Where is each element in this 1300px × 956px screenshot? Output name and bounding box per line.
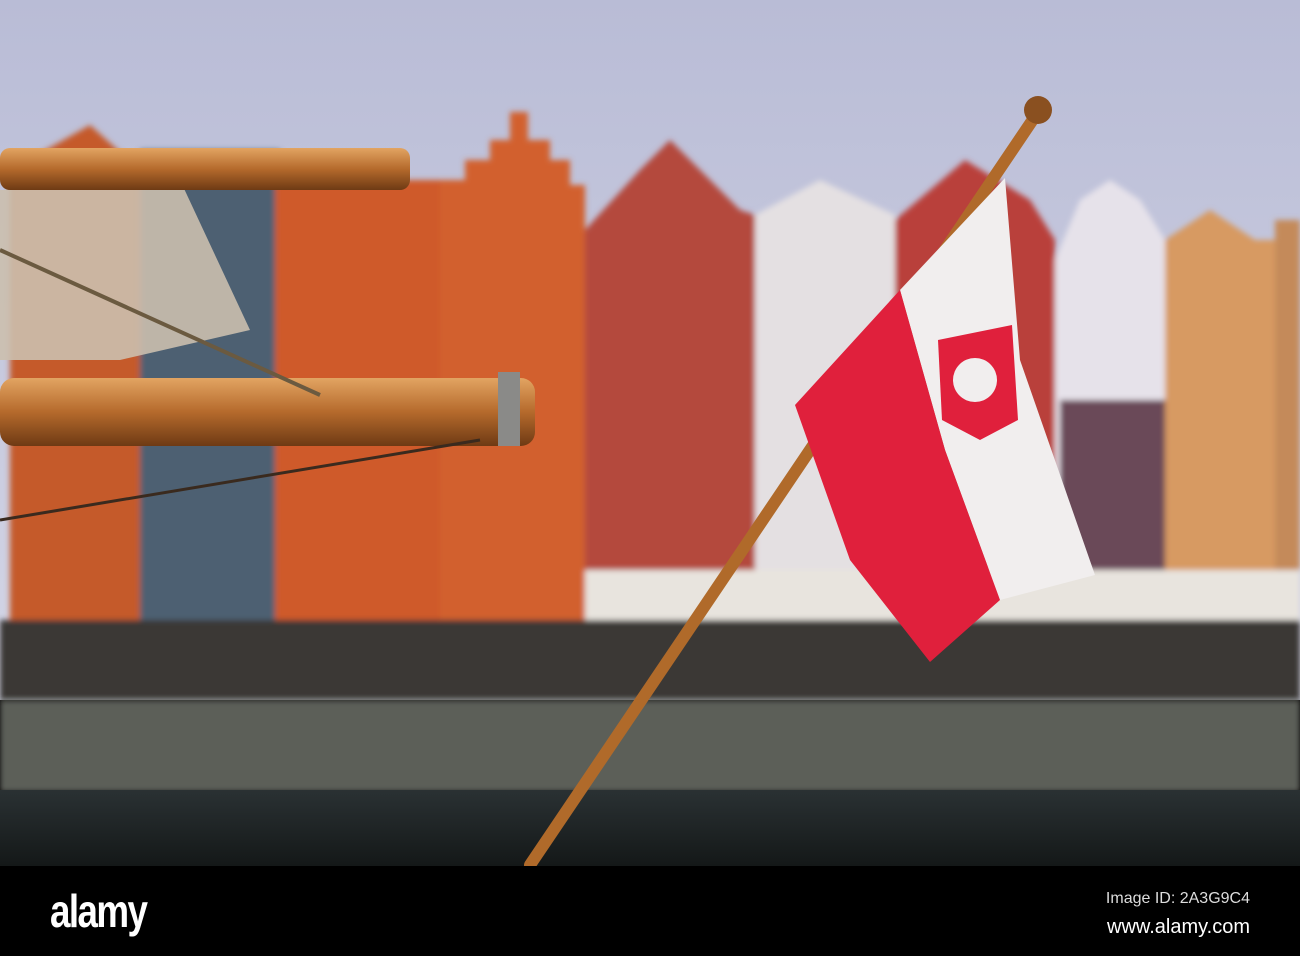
metal-band: [498, 372, 520, 446]
image-id: Image ID: 2A3G9C4: [1105, 890, 1250, 907]
flagpole-finial: [1024, 96, 1052, 124]
quay-wall: [0, 700, 1300, 792]
eagle-emblem: [953, 358, 997, 402]
water: [0, 790, 1300, 866]
photo-frame: alamy Image ID: 2A3G9C4 www.alamy.com: [0, 0, 1300, 956]
site-url: www.alamy.com: [1107, 916, 1250, 938]
bowsprit-boom: [0, 378, 535, 446]
upper-spar: [0, 148, 410, 190]
gdansk-waterfront-photo: [0, 0, 1300, 866]
watermark-bar: alamy Image ID: 2A3G9C4 www.alamy.com: [0, 866, 1300, 956]
alamy-logo: alamy: [50, 885, 148, 937]
